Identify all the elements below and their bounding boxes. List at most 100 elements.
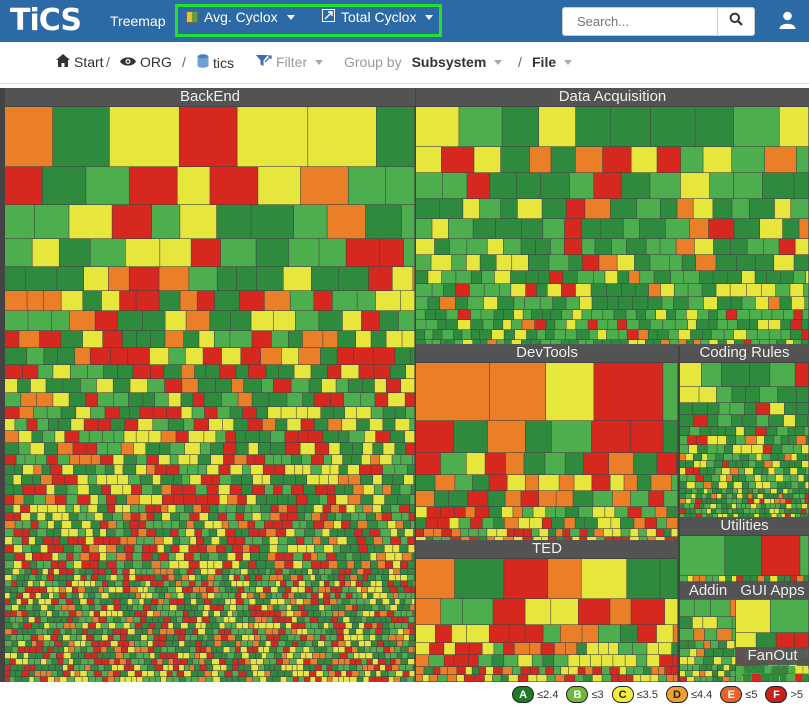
treemap-cell[interactable] [707,403,719,415]
treemap-cell[interactable] [665,667,672,675]
treemap-cell[interactable] [469,643,482,655]
treemap-cell[interactable] [147,513,154,521]
treemap-cell[interactable] [190,475,201,485]
treemap-cell[interactable] [281,348,299,365]
treemap-cell[interactable] [175,611,183,617]
treemap-cell[interactable] [438,320,446,330]
treemap-cell[interactable] [84,593,89,599]
treemap-cell[interactable] [337,635,344,641]
treemap-cell[interactable] [235,431,246,443]
treemap-cell[interactable] [307,545,315,553]
treemap-cell[interactable] [387,611,394,617]
treemap-cell[interactable] [286,587,291,593]
treemap-cell[interactable] [324,569,332,575]
treemap-cell[interactable] [129,581,134,587]
treemap-cell[interactable] [756,454,762,461]
treemap-cell[interactable] [271,593,277,599]
treemap-cell[interactable] [80,641,86,647]
treemap-cell[interactable] [206,623,212,629]
treemap-cell[interactable] [796,576,804,582]
treemap-cell[interactable] [30,593,36,599]
treemap-cell[interactable] [285,465,295,475]
treemap-cell[interactable] [85,537,94,545]
treemap-cell[interactable] [192,407,205,419]
treemap-cell[interactable] [337,599,342,605]
treemap-cell[interactable] [391,505,400,513]
treemap-cell[interactable] [441,599,463,625]
treemap-cell[interactable] [550,310,562,320]
treemap-cell[interactable] [133,365,151,379]
treemap-cell[interactable] [121,593,129,599]
treemap-cell[interactable] [379,311,399,331]
treemap-cell[interactable] [206,545,217,553]
treemap-cell[interactable] [219,629,225,635]
treemap-cell[interactable] [281,455,292,465]
treemap-cell[interactable] [311,599,319,605]
treemap-cell[interactable] [348,379,363,393]
treemap-cell[interactable] [620,518,634,529]
treemap-cell[interactable] [380,665,386,671]
treemap-cell[interactable] [155,587,161,593]
treemap-cell[interactable] [25,569,31,575]
treemap-cell[interactable] [695,499,702,504]
treemap-cell[interactable] [17,593,23,599]
treemap-cell[interactable] [722,677,730,682]
treemap-cell[interactable] [184,593,190,599]
treemap-cell[interactable] [359,365,374,379]
treemap-cell[interactable] [756,436,765,445]
treemap-cell[interactable] [258,443,271,455]
treemap-cell[interactable] [428,297,440,310]
treemap-cell[interactable] [115,623,123,629]
treemap-cell[interactable] [434,239,450,255]
treemap-cell[interactable] [282,521,292,529]
treemap-cell[interactable] [757,576,765,582]
treemap-cell[interactable] [620,625,638,643]
treemap-cell[interactable] [408,545,415,553]
treemap-cell[interactable] [355,505,363,513]
treemap-cell[interactable] [281,407,296,419]
treemap-cell[interactable] [234,575,240,581]
treemap-cell[interactable] [321,665,327,671]
treemap-cell[interactable] [310,575,315,581]
treemap-cell[interactable] [222,593,229,599]
treemap-cell[interactable] [370,553,377,561]
treemap-cell[interactable] [86,575,91,581]
treemap-cell[interactable] [189,581,195,587]
treemap-cell[interactable] [172,641,179,647]
treemap-cell[interactable] [149,431,161,443]
treemap-cell[interactable] [219,599,225,605]
treemap-cell[interactable] [210,167,258,205]
treemap-cell[interactable] [78,529,86,537]
treemap-cell[interactable] [142,561,151,569]
treemap-cell[interactable] [521,219,543,239]
treemap-cell[interactable] [626,310,636,320]
treemap-cell[interactable] [148,587,155,593]
treemap-cell[interactable] [435,625,452,643]
treemap-cell[interactable] [638,330,648,340]
treemap-cell[interactable] [171,593,177,599]
treemap-cell[interactable] [343,635,351,641]
treemap-cell[interactable] [806,436,809,445]
treemap-cell[interactable] [66,553,73,561]
treemap-cell[interactable] [331,629,337,635]
treemap-cell[interactable] [724,330,734,340]
treemap-cell[interactable] [634,255,650,271]
treemap-cell[interactable] [327,485,335,495]
treemap-cell[interactable] [555,320,566,330]
treemap-cell[interactable] [86,443,97,455]
treemap-cell[interactable] [365,537,374,545]
treemap-cell[interactable] [529,147,551,173]
treemap-cell[interactable] [30,513,37,521]
treemap-group-label[interactable]: Data Acquisition [416,88,809,106]
treemap-cell[interactable] [332,653,340,659]
treemap-cell[interactable] [711,509,716,514]
treemap-cell[interactable] [806,509,809,514]
treemap-cell[interactable] [336,379,348,393]
treemap-cell[interactable] [543,655,554,667]
treemap-cell[interactable] [283,267,312,291]
treemap-cell[interactable] [707,436,718,445]
treemap-cell[interactable] [162,513,171,521]
treemap-cell[interactable] [199,659,205,665]
treemap-cell[interactable] [328,537,337,545]
treemap-cell[interactable] [370,455,380,465]
